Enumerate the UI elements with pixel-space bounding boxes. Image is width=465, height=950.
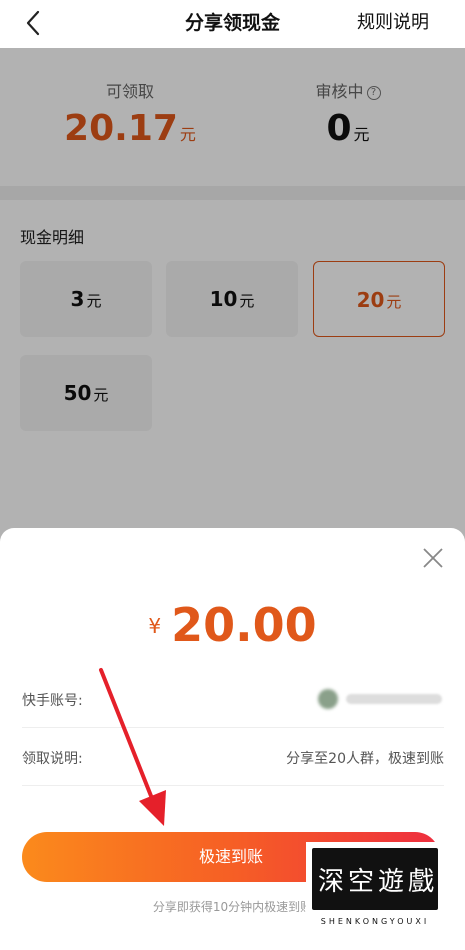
top-bar: 分享领现金 规则说明 bbox=[0, 0, 465, 48]
logo-char: 空 bbox=[348, 867, 375, 897]
withdraw-amount: ¥20.00 bbox=[0, 598, 465, 652]
close-icon[interactable] bbox=[421, 546, 445, 570]
avatar bbox=[318, 689, 338, 709]
logo-char: 深 bbox=[318, 867, 345, 897]
logo-subtitle: SHENKONGYOUXI bbox=[320, 917, 430, 926]
blurred-account bbox=[318, 686, 444, 712]
claim-desc-value: 分享至20人群，极速到账 bbox=[286, 751, 444, 767]
account-label: 快手账号: bbox=[22, 693, 83, 709]
logo-box: 深 空 遊 戲 bbox=[312, 848, 438, 910]
currency-symbol: ¥ bbox=[148, 614, 162, 638]
account-row: 快手账号: bbox=[22, 672, 444, 728]
logo-char: 遊 bbox=[378, 867, 405, 897]
blurred-account-name bbox=[346, 694, 442, 704]
amount-value: 20.00 bbox=[171, 598, 317, 652]
logo-char: 戲 bbox=[408, 867, 435, 897]
watermark-logo: 深 空 遊 戲 SHENKONGYOUXI bbox=[306, 842, 444, 938]
rules-link[interactable]: 规则说明 bbox=[357, 8, 429, 34]
claim-desc-row: 领取说明: 分享至20人群，极速到账 bbox=[22, 730, 444, 786]
claim-desc-label: 领取说明: bbox=[22, 751, 83, 767]
